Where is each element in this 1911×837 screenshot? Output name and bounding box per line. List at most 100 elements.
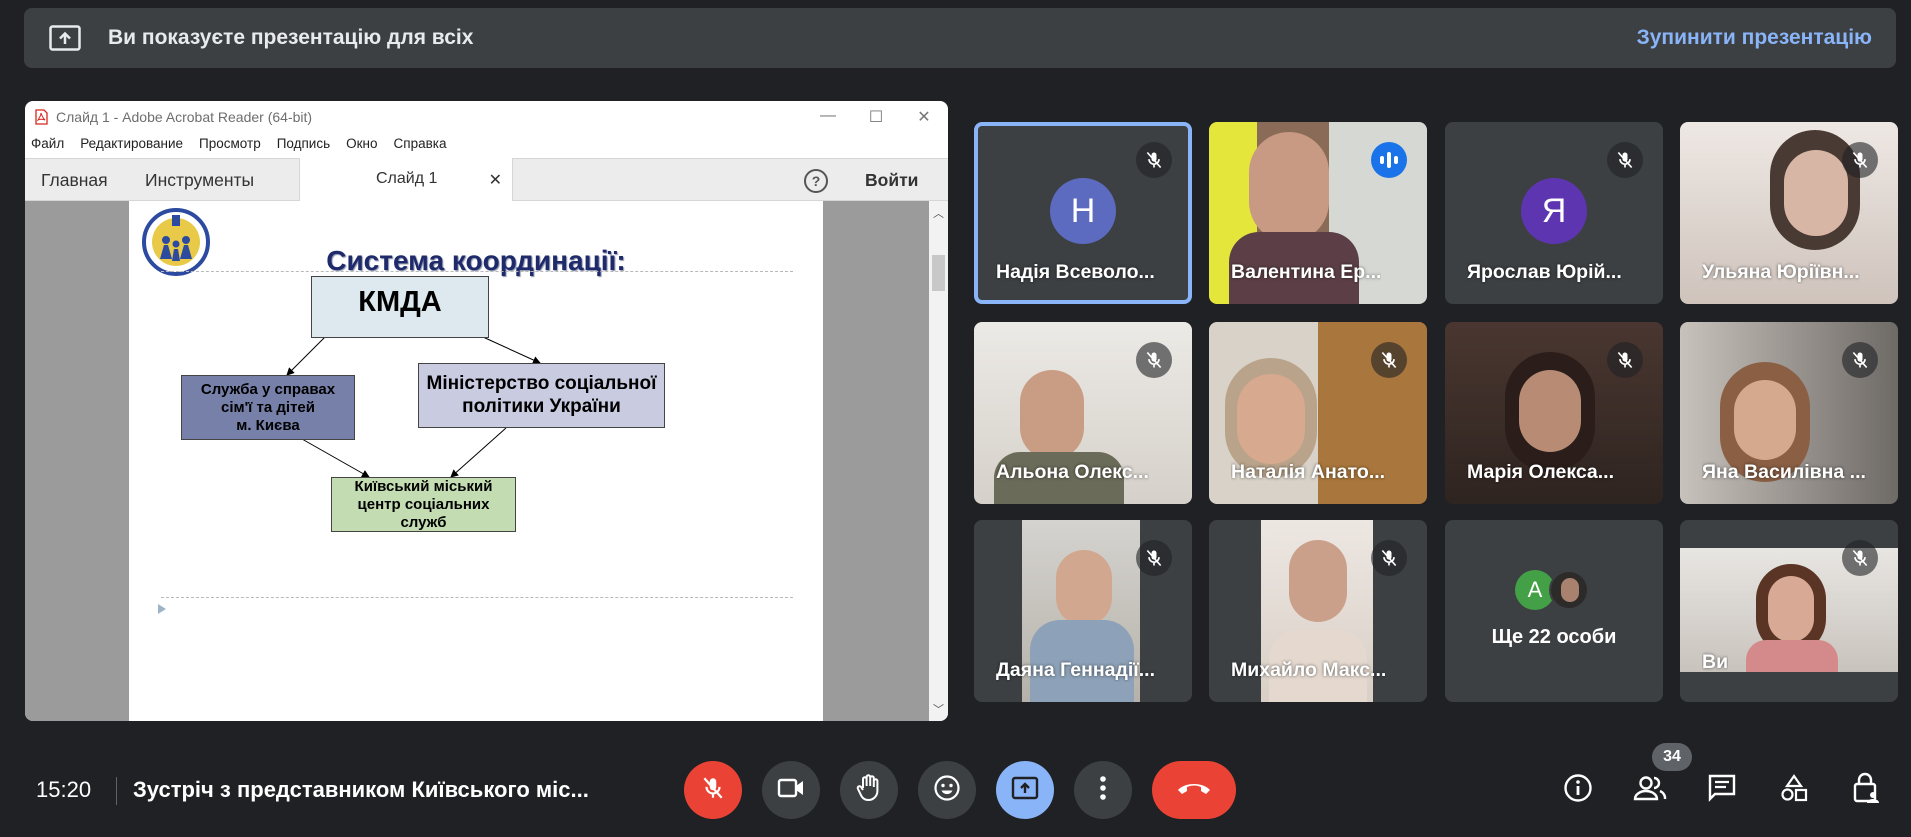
mic-off-icon [1136,342,1172,378]
tab-home[interactable]: Главная [41,170,108,191]
mic-off-icon [1607,142,1643,178]
acrobat-tabs: Главная Инструменты Слайд 1 ✕ ? Войти [25,158,948,202]
menu-sign[interactable]: Подпись [277,136,330,151]
clock: 15:20 [36,777,92,802]
scroll-up-icon[interactable]: ︿ [933,205,944,221]
smiley-icon [933,774,961,807]
box-kmda: КМДА [311,276,489,338]
participant-tile[interactable]: Ульяна Юріївн... [1680,122,1898,304]
people-icon [1632,774,1668,807]
acrobat-titlebar: Слайд 1 - Adobe Acrobat Reader (64-bit) … [25,101,948,133]
mic-off-icon [1842,342,1878,378]
participant-name: Ульяна Юріївн... [1702,261,1860,283]
scroll-thumb[interactable] [932,255,945,291]
self-tile[interactable]: Ви [1680,520,1898,702]
mic-off-icon [1842,540,1878,576]
video-feed-body [1746,640,1838,672]
participant-name: Надія Всеволо... [996,261,1155,283]
close-icon[interactable]: ✕ [914,107,934,127]
host-controls-button[interactable] [1844,768,1888,812]
maximize-icon[interactable]: ☐ [866,107,886,127]
mic-off-icon [1607,342,1643,378]
acrobat-window: Слайд 1 - Adobe Acrobat Reader (64-bit) … [25,101,948,721]
menu-edit[interactable]: Редактирование [80,136,183,151]
menu-file[interactable]: Файл [31,136,64,151]
separator [116,777,117,805]
leave-call-button[interactable] [1152,761,1236,819]
participant-tile[interactable]: Я Ярослав Юрій... [1445,122,1663,304]
minimize-icon[interactable]: — [818,107,838,127]
more-options-button[interactable] [1074,761,1132,819]
video-feed-face [1289,540,1347,622]
shapes-icon [1779,773,1809,808]
slide-page: Система координації: КМДА Служба у справ… [129,201,823,721]
acrobat-window-title: Слайд 1 - Adobe Acrobat Reader (64-bit) [56,109,313,125]
camera-icon [777,777,805,804]
tab-document[interactable]: Слайд 1 ✕ [299,158,513,202]
menu-window[interactable]: Окно [346,136,377,151]
mic-off-icon [1842,142,1878,178]
participants-count-badge: 34 [1652,743,1692,771]
participant-tile[interactable]: Даяна Геннадії... [974,520,1192,702]
close-tab-icon[interactable]: ✕ [489,170,502,190]
video-feed [1020,370,1084,460]
tab-tools[interactable]: Инструменты [145,170,254,191]
video-feed-face [1519,370,1581,452]
hang-up-icon [1175,779,1213,802]
participant-tile[interactable]: Яна Василівна ... [1680,322,1898,504]
video-feed-face [1784,150,1848,236]
box-ministry: Міністерство соціальної політики України [418,363,665,428]
speaking-indicator-icon [1371,142,1407,178]
hand-icon [856,773,882,807]
participant-tile[interactable]: Валентина Ер... [1209,122,1427,304]
raise-hand-button[interactable] [840,761,898,819]
stop-presenting-button[interactable]: Зупинити презентацію [1637,26,1872,50]
presenting-text: Ви показуєте презентацію для всіх [108,26,474,49]
lock-person-icon [1851,772,1881,809]
vertical-scrollbar[interactable]: ︿ ﹀ [929,201,948,721]
tab-document-label: Слайд 1 [376,170,438,187]
others-tile[interactable]: А Ще 22 особи [1445,520,1663,702]
presenting-banner: Ви показуєте презентацію для всіх Зупини… [24,8,1896,68]
box-family-service: Служба у справах сім'ї та дітей м. Києва [181,375,355,440]
video-feed [1249,132,1329,242]
present-now-button[interactable] [996,761,1054,819]
scroll-down-icon[interactable]: ﹀ [933,701,944,717]
video-feed-face [1056,550,1112,626]
participant-name: Валентина Ер... [1231,261,1382,283]
document-viewer[interactable]: Система координації: КМДА Служба у справ… [25,201,948,721]
participant-tile[interactable]: Михайло Макс... [1209,520,1427,702]
acrobat-menubar: Файл Редактирование Просмотр Подпись Окн… [25,133,948,153]
menu-view[interactable]: Просмотр [199,136,261,151]
participant-name: Наталія Анато... [1231,461,1386,483]
video-feed-face [1734,380,1796,460]
mic-off-icon [1136,142,1172,178]
video-feed-face [1237,374,1305,464]
chat-button[interactable] [1700,768,1744,812]
participant-name: Яна Василівна ... [1702,461,1866,483]
participant-tile[interactable]: Марія Олекса... [1445,322,1663,504]
avatar: Н [1050,178,1116,244]
participant-name: Альона Олекс... [996,461,1149,483]
camera-toggle-button[interactable] [762,761,820,819]
box-city-center: Київський міський центр соціальних служб [331,477,516,532]
slide-divider-bottom [161,597,793,598]
avatar: Я [1521,178,1587,244]
login-button[interactable]: Войти [865,170,918,191]
menu-help[interactable]: Справка [394,136,447,151]
help-icon[interactable]: ? [804,169,828,193]
participant-tile[interactable]: Альона Олекс... [974,322,1192,504]
activities-button[interactable] [1772,768,1816,812]
participant-name: Ярослав Юрій... [1467,261,1622,283]
pdf-icon [35,109,48,125]
participant-tile[interactable]: Наталія Анато... [1209,322,1427,504]
participant-name: Ви [1702,651,1729,673]
participant-tile[interactable]: Н Надія Всеволо... [974,122,1192,304]
emoji-reaction-button[interactable] [918,761,976,819]
more-vert-icon [1099,775,1107,806]
mic-toggle-button[interactable] [684,761,742,819]
meeting-details-button[interactable] [1556,768,1600,812]
others-count-label: Ще 22 особи [1491,626,1617,648]
show-everyone-button[interactable] [1628,768,1672,812]
meeting-title: Зустріч з представником Київського міс..… [133,777,589,802]
